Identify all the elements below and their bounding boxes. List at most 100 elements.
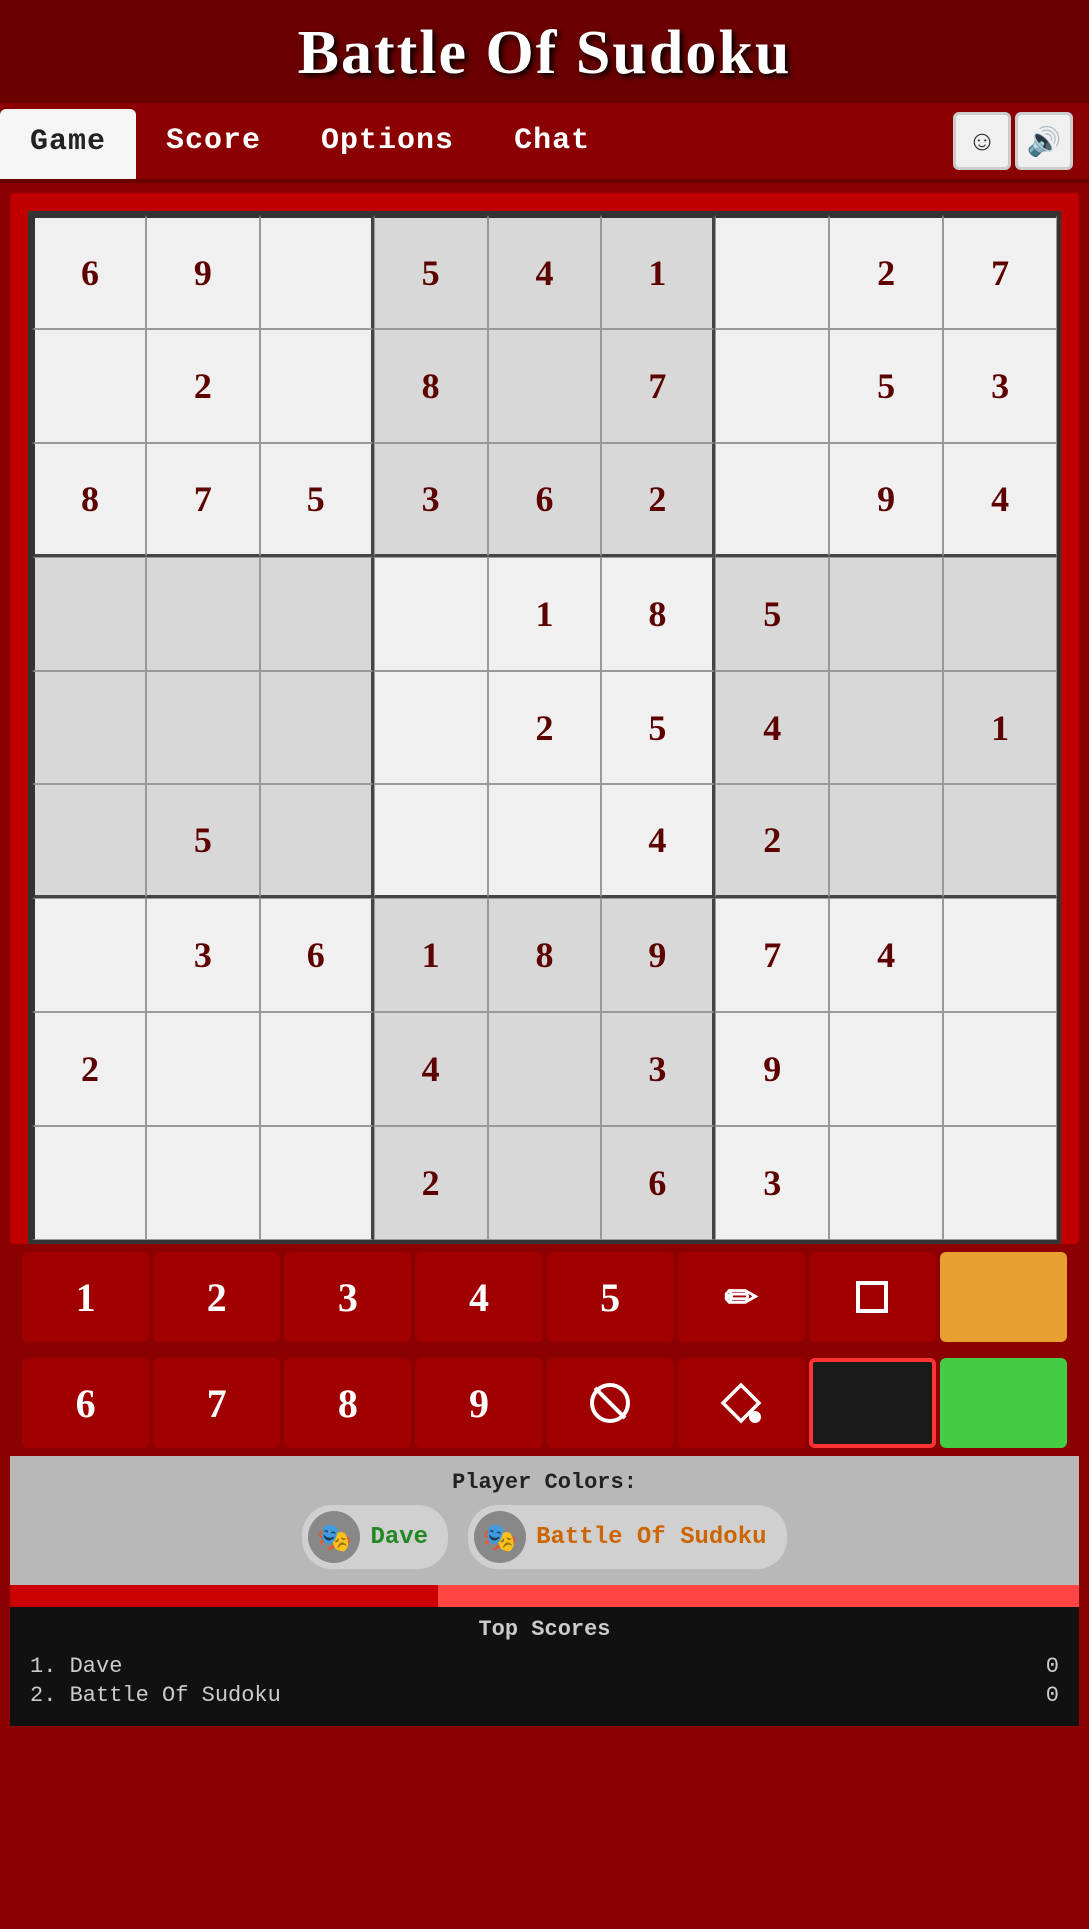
- sudoku-cell[interactable]: [32, 671, 146, 785]
- sudoku-cell[interactable]: 2: [146, 329, 260, 443]
- sudoku-cell[interactable]: 6: [260, 898, 374, 1012]
- sudoku-cell[interactable]: 8: [374, 329, 488, 443]
- sudoku-cell[interactable]: 2: [374, 1126, 488, 1240]
- sudoku-cell[interactable]: 4: [943, 443, 1057, 557]
- sudoku-cell[interactable]: [829, 1012, 943, 1126]
- numpad-btn-green-color[interactable]: [940, 1358, 1067, 1448]
- sudoku-cell[interactable]: [260, 557, 374, 671]
- sudoku-cell[interactable]: 2: [488, 671, 602, 785]
- sudoku-cell[interactable]: [32, 1126, 146, 1240]
- numpad-btn-orange-color[interactable]: [940, 1252, 1067, 1342]
- sudoku-cell[interactable]: 7: [146, 443, 260, 557]
- sudoku-cell[interactable]: [488, 1126, 602, 1240]
- sudoku-cell[interactable]: [146, 671, 260, 785]
- sudoku-cell[interactable]: 4: [601, 784, 715, 898]
- sudoku-cell[interactable]: [260, 1012, 374, 1126]
- sudoku-cell[interactable]: 5: [146, 784, 260, 898]
- sudoku-cell[interactable]: [943, 898, 1057, 1012]
- sudoku-cell[interactable]: [146, 1126, 260, 1240]
- sudoku-cell[interactable]: 5: [374, 215, 488, 329]
- sudoku-cell[interactable]: 9: [829, 443, 943, 557]
- numpad-btn-square[interactable]: [809, 1252, 936, 1342]
- numpad-btn-pencil[interactable]: ✏: [678, 1252, 805, 1342]
- sudoku-cell[interactable]: 1: [601, 215, 715, 329]
- sudoku-cell[interactable]: 3: [943, 329, 1057, 443]
- sudoku-cell[interactable]: 5: [601, 671, 715, 785]
- sudoku-cell[interactable]: [32, 898, 146, 1012]
- sudoku-cell[interactable]: 5: [260, 443, 374, 557]
- sudoku-cell[interactable]: [488, 1012, 602, 1126]
- sudoku-cell[interactable]: [374, 784, 488, 898]
- numpad-btn-2[interactable]: 2: [153, 1252, 280, 1342]
- sudoku-cell[interactable]: 7: [715, 898, 829, 1012]
- numpad-btn-5[interactable]: 5: [547, 1252, 674, 1342]
- sudoku-cell[interactable]: 6: [601, 1126, 715, 1240]
- sudoku-cell[interactable]: 1: [374, 898, 488, 1012]
- sudoku-cell[interactable]: [260, 329, 374, 443]
- sudoku-cell[interactable]: 4: [715, 671, 829, 785]
- numpad-btn-8[interactable]: 8: [284, 1358, 411, 1448]
- sudoku-cell[interactable]: [32, 557, 146, 671]
- numpad-btn-4[interactable]: 4: [415, 1252, 542, 1342]
- numpad-btn-9[interactable]: 9: [415, 1358, 542, 1448]
- sudoku-cell[interactable]: [374, 557, 488, 671]
- numpad-btn-no-symbol[interactable]: [547, 1358, 674, 1448]
- sudoku-cell[interactable]: [943, 557, 1057, 671]
- tab-game[interactable]: Game: [0, 109, 136, 179]
- sudoku-cell[interactable]: [829, 784, 943, 898]
- sudoku-cell[interactable]: 5: [715, 557, 829, 671]
- sudoku-cell[interactable]: 1: [488, 557, 602, 671]
- sudoku-cell[interactable]: 4: [488, 215, 602, 329]
- sudoku-cell[interactable]: 5: [829, 329, 943, 443]
- sudoku-cell[interactable]: 4: [374, 1012, 488, 1126]
- sudoku-cell[interactable]: [715, 329, 829, 443]
- sudoku-cell[interactable]: [32, 329, 146, 443]
- tab-chat[interactable]: Chat: [484, 103, 620, 179]
- sudoku-cell[interactable]: [146, 1012, 260, 1126]
- sudoku-cell[interactable]: 2: [829, 215, 943, 329]
- sudoku-cell[interactable]: [260, 215, 374, 329]
- sudoku-cell[interactable]: 3: [146, 898, 260, 1012]
- numpad-btn-7[interactable]: 7: [153, 1358, 280, 1448]
- numpad-btn-black-color[interactable]: [809, 1358, 936, 1448]
- sudoku-cell[interactable]: 7: [943, 215, 1057, 329]
- sudoku-cell[interactable]: [260, 784, 374, 898]
- emoji-button[interactable]: ☺: [953, 112, 1011, 170]
- sudoku-cell[interactable]: 3: [374, 443, 488, 557]
- sudoku-cell[interactable]: [260, 1126, 374, 1240]
- sudoku-cell[interactable]: 3: [715, 1126, 829, 1240]
- sudoku-cell[interactable]: 4: [829, 898, 943, 1012]
- sound-button[interactable]: 🔊: [1015, 112, 1073, 170]
- sudoku-cell[interactable]: [488, 784, 602, 898]
- sudoku-cell[interactable]: [943, 1126, 1057, 1240]
- sudoku-cell[interactable]: 8: [32, 443, 146, 557]
- sudoku-cell[interactable]: [146, 557, 260, 671]
- tab-score[interactable]: Score: [136, 103, 291, 179]
- sudoku-cell[interactable]: 8: [488, 898, 602, 1012]
- sudoku-cell[interactable]: [829, 1126, 943, 1240]
- sudoku-cell[interactable]: 9: [715, 1012, 829, 1126]
- sudoku-cell[interactable]: 2: [32, 1012, 146, 1126]
- sudoku-cell[interactable]: [374, 671, 488, 785]
- sudoku-cell[interactable]: 8: [601, 557, 715, 671]
- numpad-btn-diamond-fill[interactable]: [678, 1358, 805, 1448]
- numpad-btn-1[interactable]: 1: [22, 1252, 149, 1342]
- sudoku-cell[interactable]: [715, 443, 829, 557]
- sudoku-cell[interactable]: 7: [601, 329, 715, 443]
- sudoku-cell[interactable]: [260, 671, 374, 785]
- sudoku-cell[interactable]: [715, 215, 829, 329]
- sudoku-cell[interactable]: 6: [488, 443, 602, 557]
- sudoku-cell[interactable]: [32, 784, 146, 898]
- numpad-btn-3[interactable]: 3: [284, 1252, 411, 1342]
- sudoku-cell[interactable]: [829, 671, 943, 785]
- sudoku-cell[interactable]: 1: [943, 671, 1057, 785]
- sudoku-cell[interactable]: 2: [601, 443, 715, 557]
- sudoku-cell[interactable]: 6: [32, 215, 146, 329]
- sudoku-cell[interactable]: 2: [715, 784, 829, 898]
- numpad-btn-6[interactable]: 6: [22, 1358, 149, 1448]
- sudoku-cell[interactable]: 9: [601, 898, 715, 1012]
- sudoku-cell[interactable]: [829, 557, 943, 671]
- sudoku-cell[interactable]: [943, 784, 1057, 898]
- sudoku-cell[interactable]: [943, 1012, 1057, 1126]
- sudoku-cell[interactable]: 9: [146, 215, 260, 329]
